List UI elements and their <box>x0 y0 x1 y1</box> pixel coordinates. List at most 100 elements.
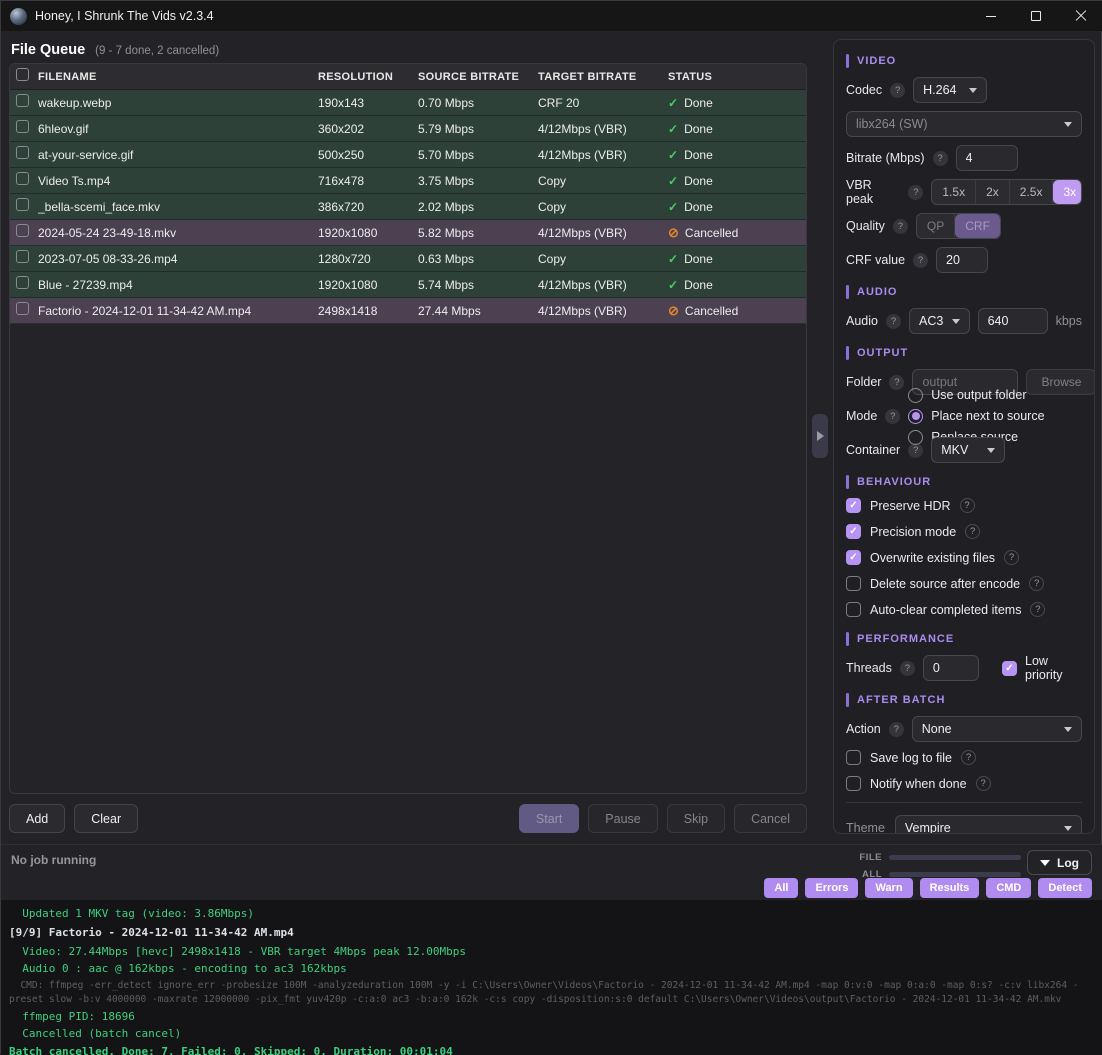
after-batch-option-0[interactable]: Save log to file <box>846 750 1082 765</box>
table-row[interactable]: 2024-05-24 23-49-18.mkv1920x10805.82 Mbp… <box>10 220 806 246</box>
checkbox-icon <box>846 524 861 539</box>
table-row[interactable]: _bella-scemi_face.mkv386x7202.02 MbpsCop… <box>10 194 806 220</box>
cell-filename: at-your-service.gif <box>38 148 318 162</box>
behaviour-option-help-icon[interactable] <box>1029 576 1044 591</box>
log-line-info: Audio 0 : aac @ 162kbps - encoding to ac… <box>1 960 1102 977</box>
cell-status: Done <box>684 148 713 162</box>
log-line-info: Updated 1 MKV tag (video: 3.86Mbps) <box>1 905 1102 922</box>
settings-sidebar: VIDEO Codec H.264 libx264 (SW) Bitrate (… <box>831 31 1102 844</box>
vbr-peak-segments: 1.5x2x2.5x3x <box>931 179 1082 205</box>
codec-label: Codec <box>846 83 882 97</box>
start-button[interactable]: Start <box>519 804 579 833</box>
codec-select[interactable]: H.264 <box>913 77 987 103</box>
vbr-option-3x[interactable]: 3x <box>1053 180 1082 204</box>
cell-target-bitrate: 4/12Mbps (VBR) <box>538 304 668 318</box>
cell-source-bitrate: 3.75 Mbps <box>418 174 538 188</box>
sidebar-collapse-handle[interactable] <box>812 414 828 458</box>
filter-button-warn[interactable]: Warn <box>865 878 912 898</box>
quality-option-qp[interactable]: QP <box>917 214 955 238</box>
chevron-down-icon <box>1064 826 1072 831</box>
audio-bitrate-input[interactable] <box>978 308 1048 334</box>
behaviour-option-help-icon[interactable] <box>1004 550 1019 565</box>
row-checkbox[interactable] <box>16 172 29 185</box>
behaviour-option-help-icon[interactable] <box>960 498 975 513</box>
threads-help-icon[interactable] <box>900 661 915 676</box>
filter-button-detect[interactable]: Detect <box>1038 878 1092 898</box>
row-checkbox[interactable] <box>16 146 29 159</box>
vbr-option-1.5x[interactable]: 1.5x <box>932 180 976 204</box>
behaviour-option-4[interactable]: Auto-clear completed items <box>846 602 1082 617</box>
row-checkbox[interactable] <box>16 94 29 107</box>
filter-button-cmd[interactable]: CMD <box>986 878 1031 898</box>
table-row[interactable]: 6hleov.gif360x2025.79 Mbps4/12Mbps (VBR)… <box>10 116 806 142</box>
log-output[interactable]: Updated 1 MKV tag (video: 3.86Mbps)[9/9]… <box>1 900 1102 1055</box>
action-select[interactable]: None <box>912 716 1082 742</box>
done-check-icon <box>668 276 678 294</box>
maximize-button[interactable] <box>1013 1 1058 31</box>
mode-help-icon[interactable] <box>885 409 900 424</box>
audio-help-icon[interactable] <box>886 314 901 329</box>
after-batch-option-help-icon[interactable] <box>976 776 991 791</box>
minimize-button[interactable] <box>968 1 1013 31</box>
container-help-icon[interactable] <box>908 443 923 458</box>
action-help-icon[interactable] <box>889 722 904 737</box>
row-checkbox[interactable] <box>16 198 29 211</box>
behaviour-option-help-icon[interactable] <box>965 524 980 539</box>
log-toggle-button[interactable]: Log <box>1027 850 1092 875</box>
row-checkbox[interactable] <box>16 276 29 289</box>
section-video: VIDEO <box>857 55 896 67</box>
filter-button-all[interactable]: All <box>764 878 798 898</box>
crf-help-icon[interactable] <box>913 253 928 268</box>
bitrate-help-icon[interactable] <box>933 151 948 166</box>
quality-help-icon[interactable] <box>893 219 908 234</box>
audio-codec-select[interactable]: AC3 <box>909 308 970 334</box>
pause-button[interactable]: Pause <box>588 804 657 833</box>
clear-button[interactable]: Clear <box>74 804 138 833</box>
table-row[interactable]: Video Ts.mp4716x4783.75 MbpsCopyDone <box>10 168 806 194</box>
mode-radio-0[interactable]: Use output folder <box>908 386 1044 405</box>
queue-title: File Queue <box>11 42 85 58</box>
table-row[interactable]: Blue - 27239.mp41920x10805.74 Mbps4/12Mb… <box>10 272 806 298</box>
cell-status: Done <box>684 174 713 188</box>
threads-input[interactable] <box>923 655 979 681</box>
table-row[interactable]: Factorio - 2024-12-01 11-34-42 AM.mp4249… <box>10 298 806 324</box>
vbr-option-2x[interactable]: 2x <box>976 180 1010 204</box>
behaviour-option-help-icon[interactable] <box>1030 602 1045 617</box>
cell-resolution: 1280x720 <box>318 252 418 266</box>
table-row[interactable]: 2023-07-05 08-33-26.mp41280x7200.63 Mbps… <box>10 246 806 272</box>
after-batch-option-1[interactable]: Notify when done <box>846 776 1082 791</box>
skip-button[interactable]: Skip <box>667 804 725 833</box>
bitrate-input[interactable] <box>956 145 1018 171</box>
table-row[interactable]: at-your-service.gif500x2505.70 Mbps4/12M… <box>10 142 806 168</box>
table-row[interactable]: wakeup.webp190x1430.70 MbpsCRF 20Done <box>10 90 806 116</box>
after-batch-option-help-icon[interactable] <box>961 750 976 765</box>
behaviour-option-0[interactable]: Preserve HDR <box>846 498 1082 513</box>
quality-option-crf[interactable]: CRF <box>955 214 1000 238</box>
close-button[interactable] <box>1058 1 1102 31</box>
codec-help-icon[interactable] <box>890 83 905 98</box>
behaviour-option-1[interactable]: Precision mode <box>846 524 1082 539</box>
cancel-button[interactable]: Cancel <box>734 804 807 833</box>
row-checkbox[interactable] <box>16 224 29 237</box>
vbr-peak-help-icon[interactable] <box>908 185 923 200</box>
filter-button-errors[interactable]: Errors <box>805 878 858 898</box>
cell-resolution: 360x202 <box>318 122 418 136</box>
encoder-select[interactable]: libx264 (SW) <box>846 111 1082 137</box>
row-checkbox[interactable] <box>16 302 29 315</box>
row-checkbox[interactable] <box>16 120 29 133</box>
mode-radio-1[interactable]: Place next to source <box>908 407 1044 426</box>
theme-select[interactable]: Vempire <box>895 815 1082 834</box>
add-button[interactable]: Add <box>9 804 65 833</box>
cell-target-bitrate: Copy <box>538 174 668 188</box>
behaviour-option-2[interactable]: Overwrite existing files <box>846 550 1082 565</box>
select-all-checkbox[interactable] <box>16 68 29 81</box>
folder-help-icon[interactable] <box>889 375 904 390</box>
container-select[interactable]: MKV <box>931 437 1005 463</box>
vbr-option-2.5x[interactable]: 2.5x <box>1010 180 1054 204</box>
row-checkbox[interactable] <box>16 250 29 263</box>
behaviour-option-3[interactable]: Delete source after encode <box>846 576 1082 591</box>
crf-input[interactable] <box>936 247 988 273</box>
chevron-down-icon <box>987 448 995 453</box>
low-priority-checkbox[interactable] <box>1002 661 1017 676</box>
filter-button-results[interactable]: Results <box>920 878 980 898</box>
